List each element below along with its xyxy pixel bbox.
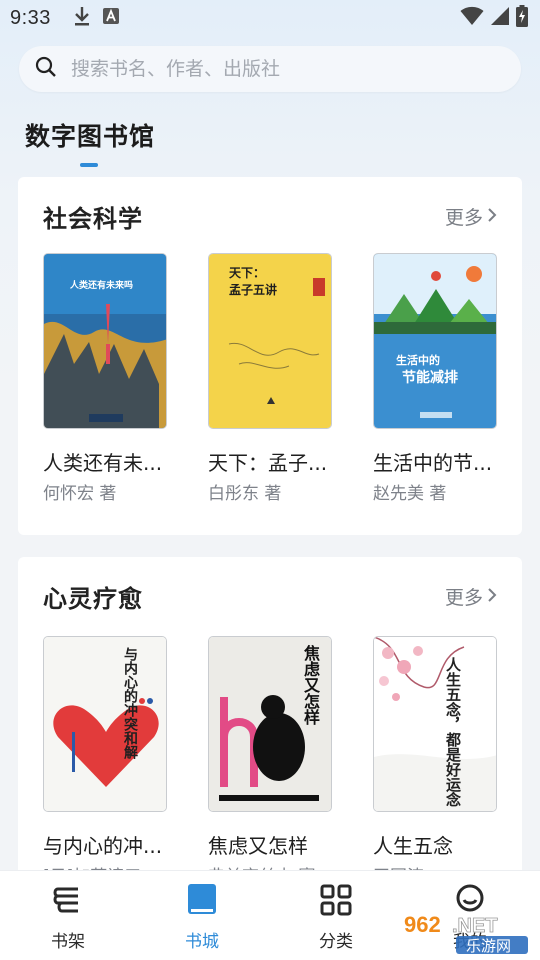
nav-label: 书架 xyxy=(51,932,85,952)
svg-text:乐游网: 乐游网 xyxy=(466,937,511,955)
book-cover[interactable]: 人类还有未来吗 xyxy=(43,253,167,429)
book-item[interactable]: 焦虑又怎样 焦虑又怎样 弗兰齐丝卡·赛... xyxy=(208,636,343,887)
book-item[interactable]: 与内心的冲突和解 与内心的冲... [日]加藤谛三... xyxy=(43,636,178,887)
book-item[interactable]: 人生五念，都是好运念 人生五念 王国涛 xyxy=(373,636,508,887)
more-label: 更多 xyxy=(444,587,483,609)
cover-title: 生活中的 xyxy=(396,354,440,367)
app-notification-icon xyxy=(102,7,119,29)
nav-label: 书城 xyxy=(185,932,219,952)
nav-item-bookstore[interactable]: 书城 xyxy=(162,881,242,952)
book-author: 白彤东 著 xyxy=(208,484,282,504)
status-bar: 9:33 xyxy=(0,0,540,36)
chevron-right-icon xyxy=(487,206,497,228)
book-title: 人类还有未... xyxy=(43,451,163,475)
book-item[interactable]: 人类还有未来吗 人类还有未... 何怀宏 著 xyxy=(43,253,178,504)
page-title: 数字图书馆 xyxy=(25,122,156,151)
more-label: 更多 xyxy=(444,207,483,229)
cover-title: 天下： 孟子五讲 xyxy=(229,266,278,297)
cover-title: 人类还有未来吗 xyxy=(70,281,134,291)
bookshelf-icon xyxy=(28,881,108,919)
book-cover[interactable]: 人生五念，都是好运念 xyxy=(373,636,497,812)
section-title: 心灵疗愈 xyxy=(43,585,143,613)
section-card-social-science: 社会科学 更多 人类还有未来吗 人类还有未... 何怀宏 著 天下： 孟子五讲 … xyxy=(18,177,522,535)
more-link[interactable]: 更多 xyxy=(445,203,497,230)
section-card-healing: 心灵疗愈 更多 与内心的冲突和解 与内心的冲... [日]加藤谛三... xyxy=(18,557,522,887)
section-title: 社会科学 xyxy=(43,205,143,233)
signal-icon xyxy=(490,6,510,31)
book-icon xyxy=(162,881,242,919)
section-header: 社会科学 更多 xyxy=(43,199,497,233)
svg-text:.NET: .NET xyxy=(452,915,498,937)
nav-item-category[interactable]: 分类 xyxy=(296,881,376,952)
search-bar[interactable] xyxy=(19,46,521,92)
battery-charging-icon xyxy=(516,4,528,32)
cover-subtitle: 节能减排 xyxy=(402,370,458,386)
download-icon xyxy=(73,6,91,31)
book-title: 焦虑又怎样 xyxy=(208,834,308,858)
search-icon xyxy=(35,56,57,82)
watermark-logo: 962 .NET 乐游网 xyxy=(400,908,535,956)
wifi-icon xyxy=(460,6,484,31)
book-item[interactable]: 生活中的 节能减排 生活中的节... 赵先美 著 xyxy=(373,253,508,504)
book-cover[interactable]: 生活中的 节能减排 xyxy=(373,253,497,429)
cover-title: 焦虑又怎样 xyxy=(301,645,320,725)
chevron-right-icon xyxy=(487,586,497,608)
book-cover[interactable]: 与内心的冲突和解 xyxy=(43,636,167,812)
status-time: 9:33 xyxy=(10,6,51,29)
book-title: 与内心的冲... xyxy=(43,834,163,858)
book-cover[interactable]: 天下： 孟子五讲 xyxy=(208,253,332,429)
book-title: 生活中的节... xyxy=(373,451,493,475)
nav-item-bookshelf[interactable]: 书架 xyxy=(28,881,108,952)
book-title: 人生五念 xyxy=(373,834,453,858)
cover-title: 人生五念，都是好运念 xyxy=(444,657,462,807)
book-title: 天下：孟子... xyxy=(208,451,328,475)
book-author: 何怀宏 著 xyxy=(43,484,117,504)
search-input[interactable] xyxy=(71,58,471,80)
nav-label: 分类 xyxy=(319,932,353,952)
book-author: 赵先美 著 xyxy=(373,484,447,504)
more-link[interactable]: 更多 xyxy=(445,583,497,610)
grid-icon xyxy=(296,881,376,919)
section-header: 心灵疗愈 更多 xyxy=(43,579,497,613)
svg-text:962: 962 xyxy=(404,912,441,937)
book-item[interactable]: 天下： 孟子五讲 天下：孟子... 白彤东 著 xyxy=(208,253,343,504)
cover-title: 与内心的冲突和解 xyxy=(122,647,138,759)
book-cover[interactable]: 焦虑又怎样 xyxy=(208,636,332,812)
title-underline xyxy=(80,163,98,167)
